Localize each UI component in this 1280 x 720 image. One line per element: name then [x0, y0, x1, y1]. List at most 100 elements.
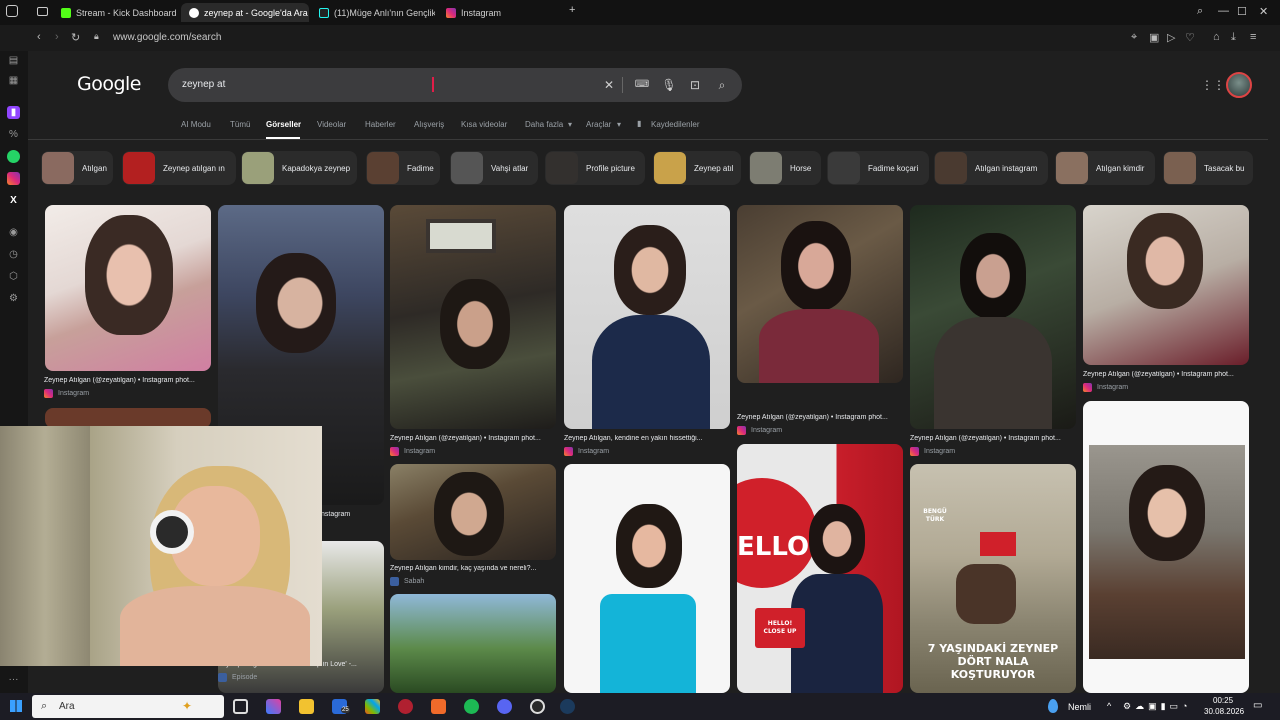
menu-icon[interactable]: ≡	[1250, 31, 1256, 43]
extension-icon[interactable]: ⬡	[7, 270, 20, 283]
maximize-icon[interactable]: ☐	[1237, 5, 1247, 18]
search-input[interactable]: zeynep at	[182, 79, 225, 90]
x-icon[interactable]: X	[7, 194, 20, 207]
tab-google-search[interactable]: zeynep at - Google'da Ara	[181, 3, 309, 22]
result-source[interactable]: Instagram	[564, 447, 609, 456]
tab-list-icon[interactable]	[37, 7, 48, 16]
result-image[interactable]	[910, 205, 1076, 429]
tab-ai-mode[interactable]: AI Modu	[181, 120, 211, 129]
microphone-icon[interactable]: 🎙︎	[661, 77, 677, 93]
result-caption[interactable]: Zeynep Atılgan (@zeyatilgan) • Instagram…	[390, 435, 556, 442]
task-view-icon[interactable]	[233, 699, 248, 714]
result-image[interactable]	[564, 205, 730, 429]
tab-videos[interactable]: Videolar	[317, 120, 346, 129]
chip-zeynep-atilgan-in[interactable]: Zeynep atılgan ın	[122, 151, 236, 185]
twitch-icon[interactable]: ▮	[7, 106, 20, 119]
tab-kick-dashboard[interactable]: Stream - Kick Dashboard	[53, 3, 181, 22]
settings-icon[interactable]: ⚙	[7, 292, 20, 305]
result-source[interactable]: Sabah	[390, 577, 424, 586]
tray-chevron-icon[interactable]: ^	[1107, 701, 1111, 711]
play-circle-icon[interactable]: ◉	[7, 226, 20, 239]
lens-icon[interactable]: ⊡	[687, 77, 703, 93]
back-icon[interactable]: ‹	[37, 31, 41, 43]
notes-icon[interactable]: ▤	[7, 54, 20, 67]
heart-icon[interactable]: ♡	[1185, 31, 1195, 44]
result-source[interactable]: Instagram	[44, 389, 89, 398]
result-caption[interactable]: Zeynep Atılgan kimdir, kaç yaşında ve ne…	[390, 565, 556, 572]
keyboard-icon[interactable]: ⌨	[634, 77, 650, 93]
chip-atilgan[interactable]: Atılgan	[41, 151, 113, 185]
result-source[interactable]: Episode	[218, 673, 257, 682]
percent-icon[interactable]: %	[7, 128, 20, 141]
forward-icon[interactable]: ›	[55, 31, 59, 43]
result-image[interactable]	[1083, 205, 1249, 365]
result-caption[interactable]: Zeynep Atılgan (@zeyatilgan) • Instagram…	[1083, 371, 1249, 378]
tab-tools[interactable]: Araçlar	[586, 120, 611, 129]
play-icon[interactable]: ▷	[1167, 31, 1175, 44]
result-caption[interactable]: Zeynep Atılgan (@zeyatilgan) • Instagram…	[910, 435, 1076, 442]
google-logo[interactable]: Google	[77, 73, 142, 95]
chip-fadime[interactable]: Fadime	[366, 151, 440, 185]
result-caption[interactable]: Zeynep Atılgan, kendine en yakın hissett…	[564, 435, 730, 442]
result-image[interactable]	[1083, 401, 1249, 693]
result-source[interactable]: Instagram	[390, 447, 435, 456]
discord-icon[interactable]	[497, 699, 512, 714]
tray-icons[interactable]: ⚙☁▣▮▭◔	[1123, 701, 1191, 712]
tab-more[interactable]: Daha fazla	[525, 120, 563, 129]
chip-vahsi-atlar[interactable]: Vahşi atlar	[450, 151, 538, 185]
instagram-icon[interactable]	[7, 172, 20, 185]
avatar[interactable]	[1226, 72, 1252, 98]
tab-shopping[interactable]: Alışveriş	[414, 120, 444, 129]
clear-icon[interactable]: ✕	[601, 77, 617, 93]
result-caption[interactable]: Zeynep Atılgan (@zeyatilgan) • Instagram…	[737, 414, 903, 421]
result-caption[interactable]: nstagram	[321, 511, 361, 518]
store-icon[interactable]	[365, 699, 380, 714]
chip-profile-picture[interactable]: Profile picture	[545, 151, 645, 185]
download-icon[interactable]: ⤓	[1231, 31, 1236, 44]
tab-images[interactable]: Görseller	[266, 120, 301, 129]
search-box[interactable]: zeynep at ✕ ⌨ 🎙︎ ⊡ ⌕	[168, 68, 742, 102]
obs-icon[interactable]	[530, 699, 545, 714]
search-tabs-icon[interactable]: ⌕	[1197, 5, 1203, 18]
file-explorer-icon[interactable]	[299, 699, 314, 714]
chip-zeynep-atil[interactable]: Zeynep atıl	[653, 151, 741, 185]
result-source[interactable]: Instagram	[910, 447, 955, 456]
result-image[interactable]	[390, 464, 556, 560]
minimize-icon[interactable]: —	[1218, 5, 1229, 17]
chip-atilgan-kimdir[interactable]: Atılgan kimdir	[1055, 151, 1155, 185]
chip-kapadokya-zeynep[interactable]: Kapadokya zeynep	[241, 151, 357, 185]
spotify-icon[interactable]	[464, 699, 479, 714]
notification-icon[interactable]: ▭	[1253, 700, 1262, 711]
result-source[interactable]: Instagram	[737, 426, 782, 435]
new-tab-button[interactable]: +	[569, 4, 575, 16]
history-icon[interactable]: ◷	[7, 248, 20, 261]
windows-start-icon[interactable]	[10, 700, 22, 712]
steam-icon[interactable]	[560, 699, 575, 714]
weather-label[interactable]: Nemli	[1068, 702, 1091, 712]
result-image[interactable]	[45, 205, 211, 371]
tab-tiktok[interactable]: (11)Müge Anlı'nın Gençlik H	[311, 3, 435, 22]
url-field[interactable]: www.google.com/search	[113, 32, 221, 43]
result-image[interactable]	[45, 408, 211, 428]
result-caption[interactable]: Zeynep Atılgan (@zeyatilgan) • Instagram…	[44, 377, 210, 384]
reload-icon[interactable]: ↻	[71, 31, 80, 44]
result-source[interactable]: Instagram	[1083, 383, 1128, 392]
browser-app-icon[interactable]	[398, 699, 413, 714]
browser-menu-icon[interactable]	[6, 5, 18, 17]
pin-icon[interactable]: ⌖	[1131, 31, 1137, 44]
result-image[interactable]	[564, 464, 730, 693]
brave-icon[interactable]	[431, 699, 446, 714]
wallet-icon[interactable]: ⌂	[1213, 31, 1220, 43]
result-image[interactable]	[390, 594, 556, 693]
tab-instagram[interactable]: Instagram	[438, 3, 558, 22]
taskbar-search[interactable]: ⌕ Ara ✦	[32, 695, 224, 718]
result-image[interactable]: BENGÜ TÜRK 7 YAŞINDAKİ ZEYNEP DÖRT NALA …	[910, 464, 1076, 693]
clock-time[interactable]: 00:25	[1213, 696, 1233, 705]
tab-short-videos[interactable]: Kısa videolar	[461, 120, 507, 129]
whatsapp-icon[interactable]	[7, 150, 20, 163]
result-image[interactable]	[737, 205, 903, 383]
tab-news[interactable]: Haberler	[365, 120, 396, 129]
result-image[interactable]: ELLO! HELLO! CLOSE UP	[737, 444, 903, 693]
widgets-icon[interactable]: ▦	[7, 74, 20, 87]
tab-all[interactable]: Tümü	[230, 120, 250, 129]
